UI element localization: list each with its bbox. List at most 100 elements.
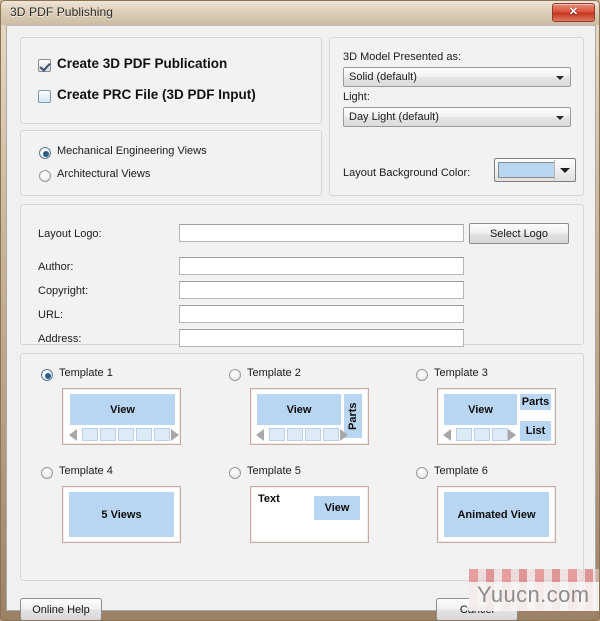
- arrow-left-icon: [443, 429, 451, 441]
- combo-presented-as[interactable]: Solid (default): [343, 67, 571, 87]
- preview-thumbnail: [323, 428, 339, 441]
- preview-view-label: View: [468, 403, 493, 416]
- template-5-preview: Text View: [250, 486, 369, 543]
- input-layout-logo[interactable]: [179, 224, 464, 242]
- radio-architectural-label: Architectural Views: [57, 168, 151, 180]
- checkbox-create-prc-file-label: Create PRC File (3D PDF Input): [57, 87, 256, 102]
- template-option-3[interactable]: Template 3 View Parts List: [416, 367, 596, 457]
- preview-parts-panel: Parts: [520, 394, 551, 410]
- label-address: Address:: [38, 333, 82, 345]
- divider: [554, 160, 555, 180]
- preview-thumbnail: [100, 428, 116, 441]
- radio-mechanical-label: Mechanical Engineering Views: [57, 145, 207, 157]
- template-4-label: Template 4: [59, 465, 113, 477]
- arrow-right-icon: [340, 429, 348, 441]
- template-option-2[interactable]: Template 2 View Parts: [229, 367, 409, 457]
- preview-thumbnail: [154, 428, 170, 441]
- radio-unselected-icon: [41, 467, 53, 479]
- label-light: Light:: [343, 91, 370, 103]
- title-bar: 3D PDF Publishing ✕: [1, 1, 599, 25]
- radio-unselected-icon: [416, 369, 428, 381]
- preview-view-block: 5 Views: [69, 492, 174, 537]
- arrow-right-icon: [508, 429, 516, 441]
- label-layout-logo: Layout Logo:: [38, 228, 102, 240]
- online-help-button[interactable]: Online Help: [20, 598, 102, 620]
- template-selection-group: Template 1 View Template 2 View Parts Te…: [20, 353, 584, 581]
- radio-unselected-icon: [39, 170, 51, 182]
- color-swatch: [498, 162, 555, 178]
- model-settings-group: 3D Model Presented as: Solid (default) L…: [329, 37, 584, 196]
- preview-thumbnail: [118, 428, 134, 441]
- document-info-group: Layout Logo: Select Logo Author: Copyrig…: [20, 204, 584, 347]
- label-author: Author:: [38, 261, 74, 273]
- preview-thumbnail: [474, 428, 490, 441]
- preview-view-block: View: [444, 394, 517, 425]
- chevron-down-icon: [556, 76, 564, 80]
- radio-unselected-icon: [416, 467, 428, 479]
- preview-thumbnail: [82, 428, 98, 441]
- arrow-right-icon: [171, 429, 179, 441]
- view-type-group: Mechanical Engineering Views Architectur…: [20, 130, 322, 196]
- input-author[interactable]: [179, 257, 464, 275]
- checkbox-create-3d-pdf-label: Create 3D PDF Publication: [57, 56, 228, 71]
- label-url: URL:: [38, 309, 64, 321]
- arrow-left-icon: [69, 429, 77, 441]
- preview-thumbnail: [305, 428, 321, 441]
- close-icon: ✕: [568, 6, 579, 18]
- input-url[interactable]: [179, 305, 464, 323]
- preview-view-block: View: [314, 496, 360, 520]
- preview-view-label: View: [286, 403, 312, 416]
- radio-unselected-icon: [229, 467, 241, 479]
- preview-view-block: View: [70, 394, 175, 425]
- chevron-down-icon: [560, 168, 570, 173]
- preview-thumbnail: [136, 428, 152, 441]
- template-option-4[interactable]: Template 4 5 Views: [41, 465, 221, 555]
- preview-thumbnail: [269, 428, 285, 441]
- background-color-picker[interactable]: [494, 158, 576, 182]
- preview-list-panel: List: [520, 421, 551, 441]
- checkbox-checked-icon: [38, 59, 51, 72]
- arrow-left-icon: [256, 429, 264, 441]
- template-4-preview: 5 Views: [62, 486, 181, 543]
- preview-view-label: Animated View: [457, 508, 536, 521]
- input-address[interactable]: [179, 329, 464, 347]
- dialog-window: 3D PDF Publishing ✕ Create 3D PDF Public…: [0, 0, 600, 621]
- chevron-down-icon: [556, 116, 564, 120]
- cancel-button[interactable]: Cancel: [436, 598, 518, 620]
- output-options-group: Create 3D PDF Publication Create PRC Fil…: [20, 37, 322, 124]
- template-3-preview: View Parts List: [437, 388, 556, 445]
- preview-view-label: 5 Views: [101, 508, 142, 521]
- label-copyright: Copyright:: [38, 285, 89, 297]
- label-background-color: Layout Background Color:: [343, 167, 471, 179]
- preview-view-block: Animated View: [444, 492, 549, 537]
- combo-light[interactable]: Day Light (default): [343, 107, 571, 127]
- preview-thumbnail: [492, 428, 508, 441]
- preview-view-block: View: [257, 394, 341, 425]
- preview-thumbnail: [287, 428, 303, 441]
- close-button[interactable]: ✕: [552, 3, 595, 22]
- template-6-preview: Animated View: [437, 486, 556, 543]
- input-copyright[interactable]: [179, 281, 464, 299]
- template-1-preview: View: [62, 388, 181, 445]
- template-5-label: Template 5: [247, 465, 301, 477]
- template-option-1[interactable]: Template 1 View: [41, 367, 221, 457]
- radio-unselected-icon: [229, 369, 241, 381]
- preview-thumbnail: [456, 428, 472, 441]
- window-title: 3D PDF Publishing: [10, 5, 114, 19]
- checkbox-unchecked-icon: [38, 90, 51, 103]
- preview-text-label: Text: [258, 493, 280, 505]
- template-6-label: Template 6: [434, 465, 488, 477]
- radio-selected-icon: [41, 369, 53, 381]
- template-3-label: Template 3: [434, 367, 488, 379]
- combo-presented-as-value: Solid (default): [349, 71, 417, 83]
- template-option-5[interactable]: Template 5 Text View: [229, 465, 409, 555]
- dialog-client-area: Create 3D PDF Publication Create PRC Fil…: [6, 25, 596, 620]
- label-presented-as: 3D Model Presented as:: [343, 51, 462, 63]
- template-1-label: Template 1: [59, 367, 113, 379]
- select-logo-button[interactable]: Select Logo: [469, 223, 569, 244]
- radio-selected-icon: [39, 147, 51, 159]
- preview-view-label: View: [110, 403, 135, 416]
- combo-light-value: Day Light (default): [349, 111, 439, 123]
- template-2-preview: View Parts: [250, 388, 369, 445]
- template-option-6[interactable]: Template 6 Animated View: [416, 465, 596, 555]
